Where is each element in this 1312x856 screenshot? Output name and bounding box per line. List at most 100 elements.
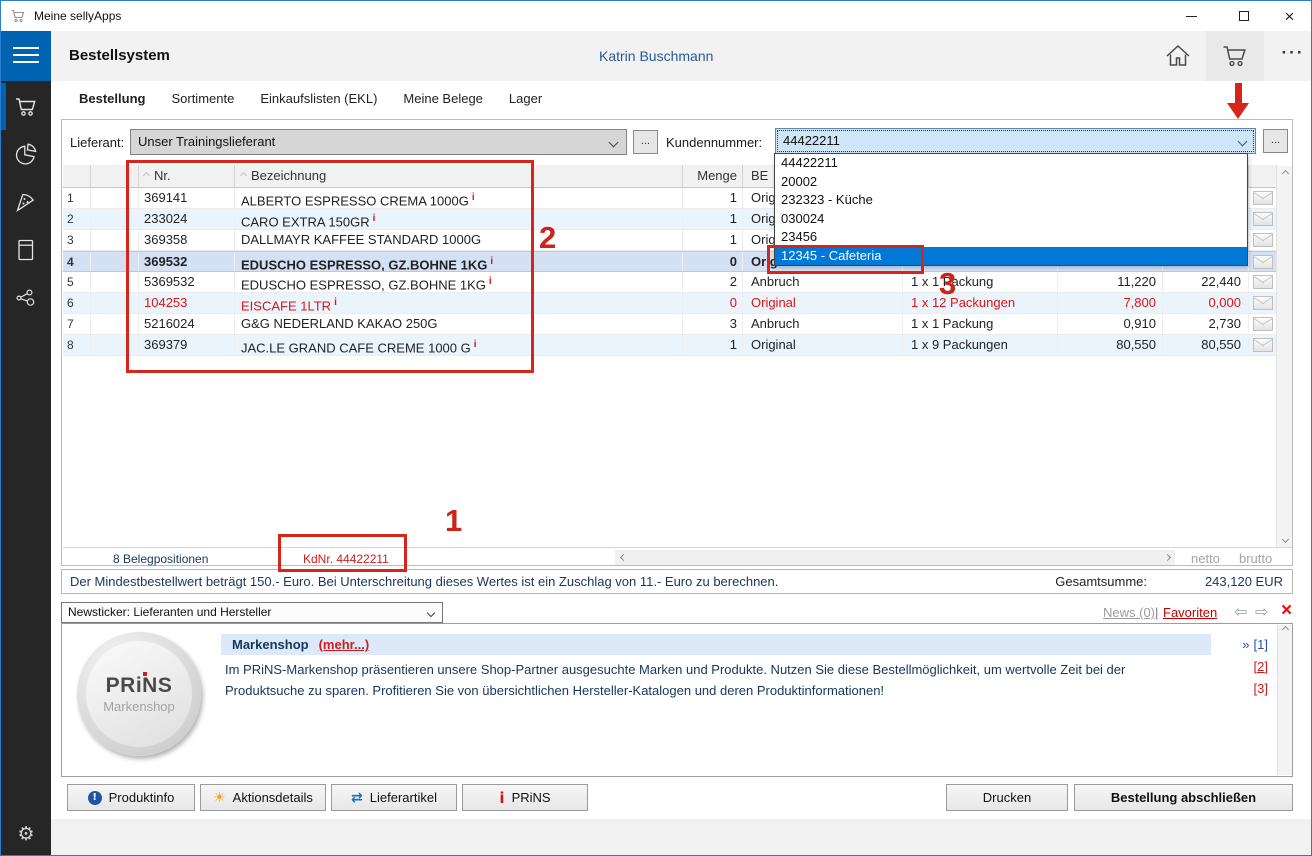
forward-arrow-icon[interactable]: ⇨ [1255,602,1268,621]
submit-order-button[interactable]: Bestellung abschließen [1074,784,1293,811]
back-arrow-icon[interactable]: ⇦ [1234,602,1247,621]
scroll-up-icon[interactable] [1278,627,1293,632]
cell-gebinde: 1 x 1 Packung [903,314,1058,334]
tab-sortimente[interactable]: Sortimente [171,91,234,106]
lieferant-combobox[interactable]: Unser Trainingslieferant [130,129,627,155]
separator: | [1155,605,1158,620]
newsticker-combobox[interactable]: Newsticker: Lieferanten und Hersteller [61,602,443,623]
annotation-arrow-icon [1235,83,1242,105]
dropdown-option[interactable]: 23456 [775,228,1247,247]
mail-icon[interactable] [1253,338,1273,352]
page-link[interactable]: [3] [1254,681,1268,696]
page-link[interactable]: [1] [1254,637,1268,652]
scroll-up-icon[interactable] [1277,166,1293,181]
close-news-icon[interactable]: × [1281,600,1292,622]
sidebar-item-order[interactable] [1,83,51,130]
kundennummer-more-button[interactable]: ... [1263,129,1288,153]
column-header-bezeichnung[interactable]: Bezeichnung [235,165,683,187]
dropdown-option[interactable]: 44422211 [775,154,1247,173]
news-link[interactable]: News (0) [1103,605,1155,620]
table-row[interactable]: 8369379JAC.LE GRAND CAFE CREME 1000 Gi1O… [63,335,1277,356]
cell-mail [1249,293,1277,313]
mail-icon[interactable] [1253,212,1273,226]
sidebar-item-catalog[interactable] [1,226,51,273]
dropdown-option[interactable]: 12345 - Cafeteria [775,247,1247,266]
cart-icon [1220,41,1250,71]
cell-gesamt: 0,000 [1163,293,1249,313]
cell-gebinde: 1 x 9 Packungen [903,335,1058,355]
column-header-nr[interactable]: Nr. [139,165,235,187]
dropdown-option[interactable]: 030024 [775,210,1247,229]
cell-bezeichnung: ALBERTO ESPRESSO CREMA 1000Gi [235,188,683,208]
dropdown-arrow-icon[interactable] [1238,137,1248,147]
mail-icon[interactable] [1253,317,1273,331]
produktinfo-button[interactable]: !Produktinfo [67,784,195,811]
app-header: Bestellsystem Katrin Buschmann ··· [51,31,1312,81]
table-row[interactable]: 55369532EDUSCHO ESPRESSO, GZ.BOHNE 1KGi2… [63,272,1277,293]
cart-button[interactable] [1206,31,1264,81]
cell-menge: 1 [683,188,743,208]
scroll-right-icon[interactable] [1159,550,1175,565]
row-spacer [91,335,139,355]
kundennummer-combobox[interactable]: 44422211 [775,128,1256,154]
lieferant-more-button[interactable]: ... [633,130,658,154]
more-menu-button[interactable]: ··· [1275,43,1311,69]
horizontal-scrollbar[interactable] [615,550,1175,565]
lieferant-value: Unser Trainingslieferant [138,134,275,149]
mail-icon[interactable] [1253,275,1273,289]
current-page-icon: » [1242,637,1249,652]
tab-meine-belege[interactable]: Meine Belege [403,91,483,106]
info-superscript-icon: i [373,213,376,224]
tab-lager[interactable]: Lager [509,91,542,106]
more-link[interactable]: (mehr...) [319,637,370,652]
scroll-left-icon[interactable] [615,550,631,565]
tab-einkaufslisten-ekl[interactable]: Einkaufslisten (EKL) [260,91,377,106]
cell-be: Original [743,293,903,313]
sidebar-item-share[interactable] [1,274,51,321]
sidebar-item-promotions[interactable] [1,178,51,225]
row-index: 2 [63,209,91,229]
mail-icon[interactable] [1253,233,1273,247]
hamburger-menu-button[interactable] [1,31,51,81]
brutto-label[interactable]: brutto [1239,551,1272,566]
mail-icon[interactable] [1253,255,1273,269]
row-index: 1 [63,188,91,208]
dropdown-option[interactable]: 20002 [775,173,1247,192]
netto-label[interactable]: netto [1191,551,1220,566]
cell-mail [1249,335,1277,355]
row-spacer [91,188,139,208]
news-scrollbar[interactable] [1277,625,1292,775]
cell-menge: 2 [683,272,743,292]
lieferartikel-button[interactable]: ⇄Lieferartikel [331,784,457,811]
column-header-menge[interactable]: Menge [683,165,743,187]
vertical-scrollbar[interactable] [1276,166,1292,547]
minimize-button[interactable] [1169,1,1214,31]
table-row[interactable]: 75216024G&G NEDERLAND KAKAO 250G3Anbruch… [63,314,1277,335]
settings-button[interactable]: ⚙ [1,819,51,849]
cell-mail [1249,230,1277,250]
dropdown-arrow-icon[interactable] [427,609,435,617]
sidebar-item-statistics[interactable] [1,130,51,177]
info-superscript-icon: i [489,276,492,287]
scroll-down-icon[interactable] [1277,532,1293,547]
mail-icon[interactable] [1253,296,1273,310]
maximize-button[interactable] [1221,1,1266,31]
home-button[interactable] [1163,42,1197,72]
page-link[interactable]: [2] [1254,659,1268,674]
sidebar: ⚙ [1,81,51,856]
print-button[interactable]: Drucken [946,784,1068,811]
tabs: Bestellung Sortimente Einkaufslisten (EKL)… [79,91,542,106]
table-row[interactable]: 6104253EISCAFE 1LTRi0Original1 x 12 Pack… [63,293,1277,314]
cell-preis: 80,550 [1058,335,1163,355]
dropdown-option[interactable]: 232323 - Küche [775,191,1247,210]
user-name[interactable]: Katrin Buschmann [599,48,713,64]
mail-icon[interactable] [1253,191,1273,205]
dropdown-arrow-icon[interactable] [609,138,619,148]
aktionsdetails-button[interactable]: ☀Aktionsdetails [200,784,326,811]
favorites-link[interactable]: Favoriten [1163,605,1217,620]
prins-button[interactable]: iPRiNS [462,784,588,811]
close-button[interactable]: × [1267,1,1312,31]
app-logo-icon [10,8,26,24]
minimum-order-message: Der Mindestbestellwert beträgt 150.- Eur… [70,574,1055,589]
tab-bestellung[interactable]: Bestellung [79,91,145,106]
